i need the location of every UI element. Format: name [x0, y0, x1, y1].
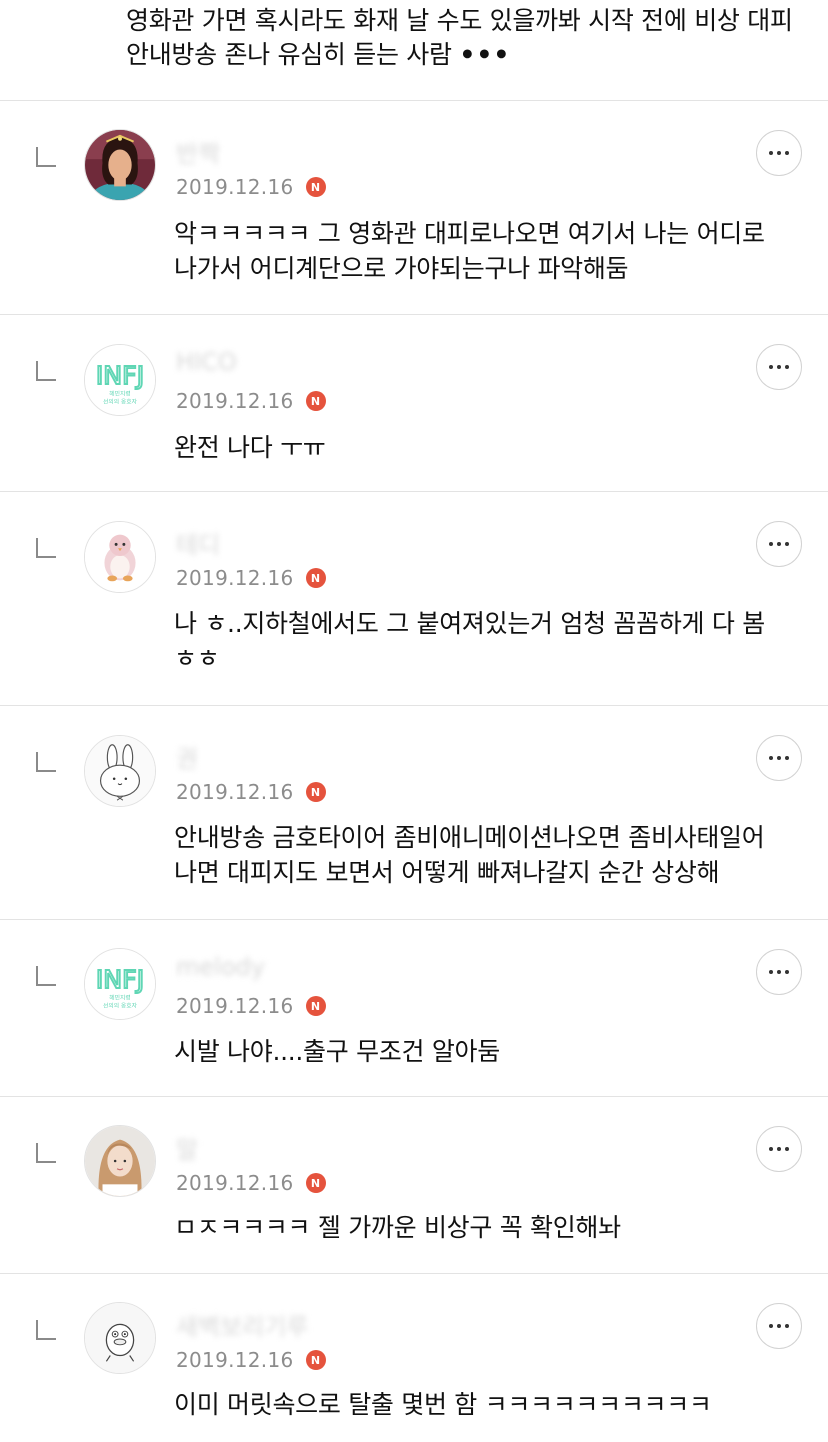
- new-badge-icon: N: [305, 568, 326, 588]
- reply-comment: 테디 2019.12.16 N 나 ㅎ..지하철에서도 그 붙여져있는거 엄청 …: [0, 492, 828, 705]
- comment-text: 악ㅋㅋㅋㅋㅋ 그 영화관 대피로나오면 여기서 나는 어디로 나가서 어디계단으…: [174, 219, 765, 283]
- comment-text: 시발 나야....출구 무조건 알아둠: [174, 1037, 500, 1066]
- comment-text: 완전 나다 ㅜㅠ: [174, 433, 326, 462]
- reply-comment: 말 2019.12.16 N ㅁㅈㅋㅋㅋㅋ 젤 가까운 비상구 꼭 확인해놔: [0, 1097, 828, 1273]
- more-options-button[interactable]: [756, 521, 802, 567]
- commenter-nickname[interactable]: HICO: [176, 348, 237, 376]
- new-badge-icon: N: [305, 391, 326, 411]
- new-badge-icon: N: [305, 177, 326, 197]
- reply-arrow-icon: [36, 966, 56, 986]
- new-badge-icon: N: [305, 1350, 326, 1370]
- reply-comment: 반짝 2019.12.16 N 악ㅋㅋㅋㅋㅋ 그 영화관 대피로나오면 여기서 …: [0, 101, 828, 314]
- comment-meta: 2019.12.16 N: [176, 175, 326, 199]
- reply-comment: 권 2019.12.16 N 안내방송 금호타이어 좀비애니메이션나오면 좀비사…: [0, 706, 828, 919]
- comment-date: 2019.12.16: [176, 994, 294, 1018]
- commenter-nickname[interactable]: 테디: [176, 525, 220, 560]
- more-options-button[interactable]: [756, 344, 802, 390]
- avatar-text: INFJ: [96, 361, 144, 390]
- more-options-button[interactable]: [756, 1303, 802, 1349]
- penguin-plush-avatar[interactable]: [84, 521, 156, 593]
- reply-arrow-icon: [36, 538, 56, 558]
- new-badge-icon: N: [305, 996, 326, 1016]
- comment-date: 2019.12.16: [176, 1348, 294, 1372]
- parent-comment-text: 영화관 가면 혹시라도 화재 날 수도 있을까봐 시작 전에 비상 대피안내방송…: [126, 4, 796, 72]
- comment-meta: 2019.12.16 N: [176, 1348, 326, 1372]
- commenter-nickname[interactable]: 말: [176, 1130, 198, 1165]
- infj-avatar[interactable]: INFJ 헤민지령 선의의 옹호자: [84, 344, 156, 416]
- commenter-nickname[interactable]: 권: [176, 739, 198, 774]
- woman-portrait-avatar[interactable]: [84, 129, 156, 201]
- commenter-nickname[interactable]: melody: [176, 953, 265, 981]
- comment-text: 안내방송 금호타이어 좀비애니메이션나오면 좀비사태일어나면 대피지도 보면서 …: [174, 823, 765, 887]
- read-more-ellipsis[interactable]: •••: [459, 40, 510, 69]
- comment-text: 나 ㅎ..지하철에서도 그 붙여져있는거 엄청 꼼꼼하게 다 봄 ㅎㅎ: [174, 609, 765, 673]
- reply-comment: INFJ 헤민지령 선의의 옹호자 HICO 2019.12.16 N 완전 나…: [0, 315, 828, 491]
- more-options-button[interactable]: [756, 130, 802, 176]
- new-badge-icon: N: [305, 782, 326, 802]
- reply-arrow-icon: [36, 147, 56, 167]
- comment-meta: 2019.12.16 N: [176, 566, 326, 590]
- reply-arrow-icon: [36, 361, 56, 381]
- avatar-sub1: 헤민지령: [109, 994, 130, 1002]
- more-options-button[interactable]: [756, 949, 802, 995]
- new-badge-icon: N: [305, 1173, 326, 1193]
- reply-comment: 새벽보리기루 2019.12.16 N 이미 머릿속으로 탈출 몇번 함 ㅋㅋㅋ…: [0, 1274, 828, 1442]
- more-options-button[interactable]: [756, 735, 802, 781]
- more-options-button[interactable]: [756, 1126, 802, 1172]
- commenter-nickname[interactable]: 새벽보리기루: [176, 1307, 308, 1342]
- comment-meta: 2019.12.16 N: [176, 780, 326, 804]
- reply-comment: INFJ 헤민지령 선의의 옹호자 melody 2019.12.16 N 시발…: [0, 920, 828, 1096]
- comment-text: ㅁㅈㅋㅋㅋㅋ 젤 가까운 비상구 꼭 확인해놔: [174, 1213, 621, 1242]
- avatar-sub2: 선의의 옹호자: [103, 397, 138, 405]
- bunny-doodle-avatar[interactable]: [84, 735, 156, 807]
- duck-doodle-avatar[interactable]: [84, 1302, 156, 1374]
- commenter-nickname[interactable]: 반짝: [176, 134, 220, 169]
- avatar-text: INFJ: [96, 965, 144, 994]
- comment-date: 2019.12.16: [176, 566, 294, 590]
- comment-meta: 2019.12.16 N: [176, 1171, 326, 1195]
- infj-avatar[interactable]: INFJ 헤민지령 선의의 옹호자: [84, 948, 156, 1020]
- comment-date: 2019.12.16: [176, 389, 294, 413]
- girl-portrait-avatar[interactable]: [84, 1125, 156, 1197]
- avatar-sub1: 헤민지령: [109, 390, 130, 398]
- avatar-sub2: 선의의 옹호자: [103, 1001, 138, 1009]
- comment-meta: 2019.12.16 N: [176, 389, 326, 413]
- comment-meta: 2019.12.16 N: [176, 994, 326, 1018]
- reply-arrow-icon: [36, 1143, 56, 1163]
- reply-arrow-icon: [36, 1320, 56, 1340]
- comment-text: 이미 머릿속으로 탈출 몇번 함 ㅋㅋㅋㅋㅋㅋㅋㅋㅋㅋ: [174, 1390, 712, 1419]
- comment-date: 2019.12.16: [176, 175, 294, 199]
- comment-date: 2019.12.16: [176, 1171, 294, 1195]
- reply-arrow-icon: [36, 752, 56, 772]
- comment-date: 2019.12.16: [176, 780, 294, 804]
